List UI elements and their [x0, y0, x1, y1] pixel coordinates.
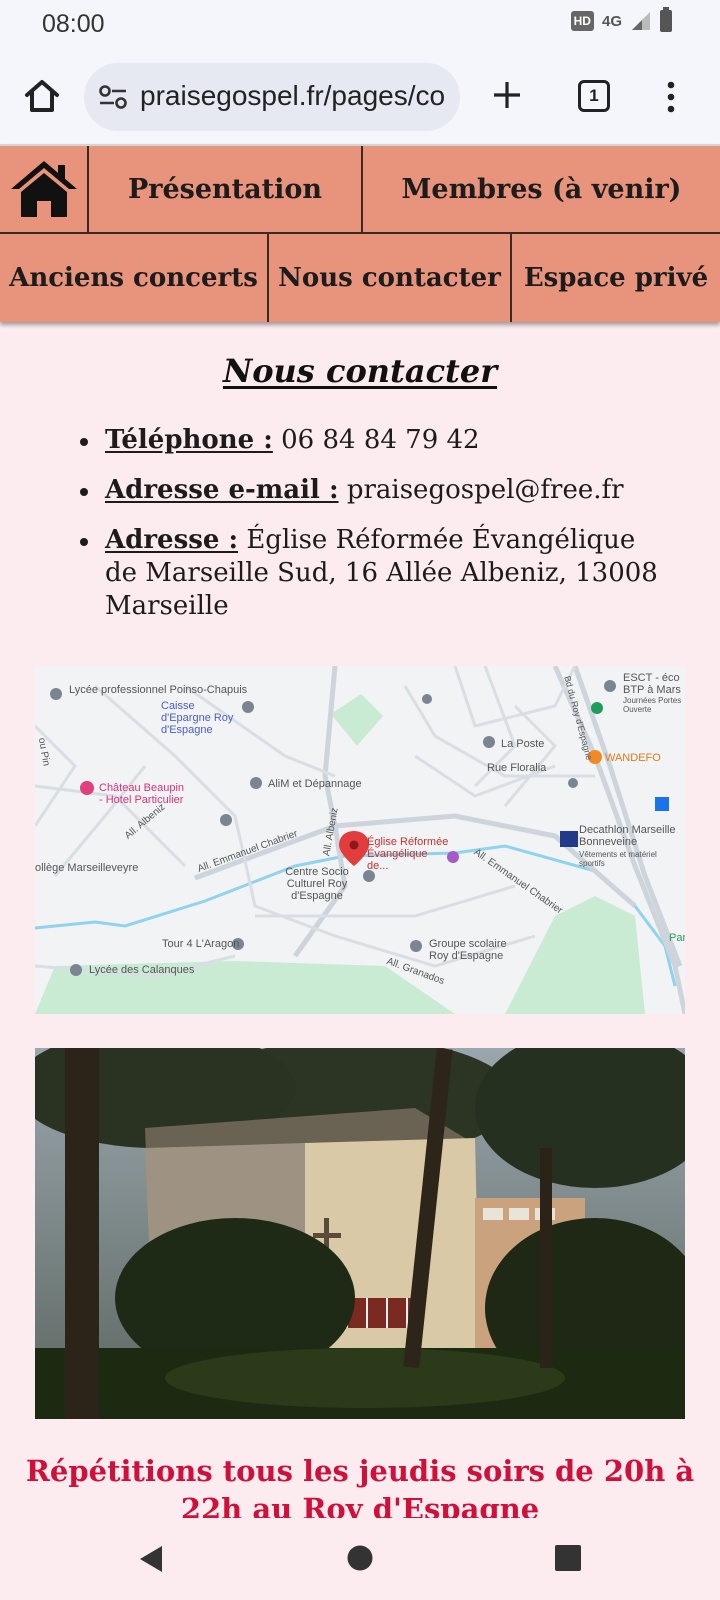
map-label: Par: [669, 932, 685, 944]
map-label: Rue Floralia: [487, 762, 547, 774]
map-label: Lycée des Calanques: [89, 964, 195, 976]
signal-icon: [632, 12, 650, 30]
status-bar: 08:00 HD 4G: [0, 0, 720, 48]
contact-email: Adresse e-mail : praisegospel@free.fr: [78, 474, 658, 507]
browser-toolbar: praisegospel.fr/pages/co 1: [0, 48, 720, 144]
system-nav-bar: [0, 1518, 720, 1600]
battery-icon: [660, 7, 672, 32]
church-photo: [35, 1048, 685, 1419]
home-icon: [10, 161, 77, 217]
contact-phone: Téléphone : 06 84 84 79 42: [78, 424, 658, 457]
hd-badge: HD: [570, 11, 594, 31]
nav-anciens-concerts[interactable]: Anciens concerts: [0, 234, 269, 322]
contact-list: Téléphone : 06 84 84 79 42 Adresse e-mai…: [78, 424, 658, 640]
map-label: Lycée professionnel Poinso-Chapuis: [69, 684, 248, 696]
home-icon[interactable]: [22, 76, 62, 116]
map-label: Église Réformée Évangélique de...: [367, 836, 449, 872]
url-text: praisegospel.fr/pages/co: [140, 80, 446, 111]
map-label: Vêtements et matériel sportifs: [579, 850, 657, 868]
map-label: Château Beaupin - Hotel Particulier: [99, 782, 185, 806]
contact-value[interactable]: 06 84 84 79 42: [273, 425, 480, 455]
contact-label: Téléphone :: [105, 425, 273, 455]
nav-row-1: Présentation Membres (à venir): [0, 146, 720, 234]
network-label: 4G: [601, 12, 622, 30]
map-label: Decathlon Marseille Bonneveine: [579, 824, 676, 848]
more-menu-icon[interactable]: [666, 80, 676, 114]
home-nav-icon[interactable]: [346, 1544, 374, 1572]
map-label: Caisse d'Epargne Roy d'Espagne: [161, 700, 234, 736]
new-tab-icon[interactable]: [490, 78, 524, 112]
nav-nous-contacter[interactable]: Nous contacter: [269, 234, 512, 322]
map-label: La Poste: [501, 738, 545, 750]
map-label: Tour 4 L'Aragon: [162, 938, 240, 950]
url-bar[interactable]: praisegospel.fr/pages/co: [84, 63, 460, 131]
site-nav: Présentation Membres (à venir) Anciens c…: [0, 144, 720, 322]
nav-membres[interactable]: Membres (à venir): [363, 146, 720, 232]
tab-switcher-button[interactable]: 1: [578, 80, 610, 112]
nav-presentation[interactable]: Présentation: [89, 146, 363, 232]
map-label: ESCT - éco BTP à Mars: [623, 672, 681, 696]
contact-value[interactable]: praisegospel@free.fr: [339, 475, 624, 505]
rehearsal-info: Répétitions tous les jeudis soirs de 20h…: [25, 1454, 695, 1524]
map-label: WANDEFO: [605, 752, 661, 764]
page-title: Nous contacter: [222, 352, 498, 390]
recents-icon[interactable]: [554, 1544, 582, 1572]
site-settings-icon[interactable]: [98, 83, 128, 111]
church-photo-illustration: [35, 1048, 685, 1419]
map-label: Journées Portes Ouverte: [623, 696, 682, 714]
map-label: ollège Marseilleveyre: [35, 862, 139, 874]
map-label: Centre Socio Culturel Roy d'Espagne: [285, 866, 349, 902]
contact-label: Adresse e-mail :: [105, 475, 339, 505]
contact-address: Adresse : Église Réformée Évangélique de…: [78, 524, 658, 623]
map-label: AliM et Dépannage: [268, 778, 362, 790]
nav-row-2: Anciens concerts Nous contacter Espace p…: [0, 234, 720, 322]
nav-espace-prive[interactable]: Espace privé: [512, 234, 720, 322]
status-time: 08:00: [42, 10, 105, 38]
back-icon[interactable]: [136, 1544, 166, 1574]
nav-home[interactable]: [0, 146, 89, 232]
map-label: Groupe scolaire Roy d'Espagne: [429, 938, 507, 962]
contact-label: Adresse :: [105, 525, 239, 555]
status-icons: HD 4G: [570, 7, 672, 32]
embedded-map[interactable]: Lycée professionnel Poinso-Chapuis Caiss…: [35, 666, 685, 1014]
